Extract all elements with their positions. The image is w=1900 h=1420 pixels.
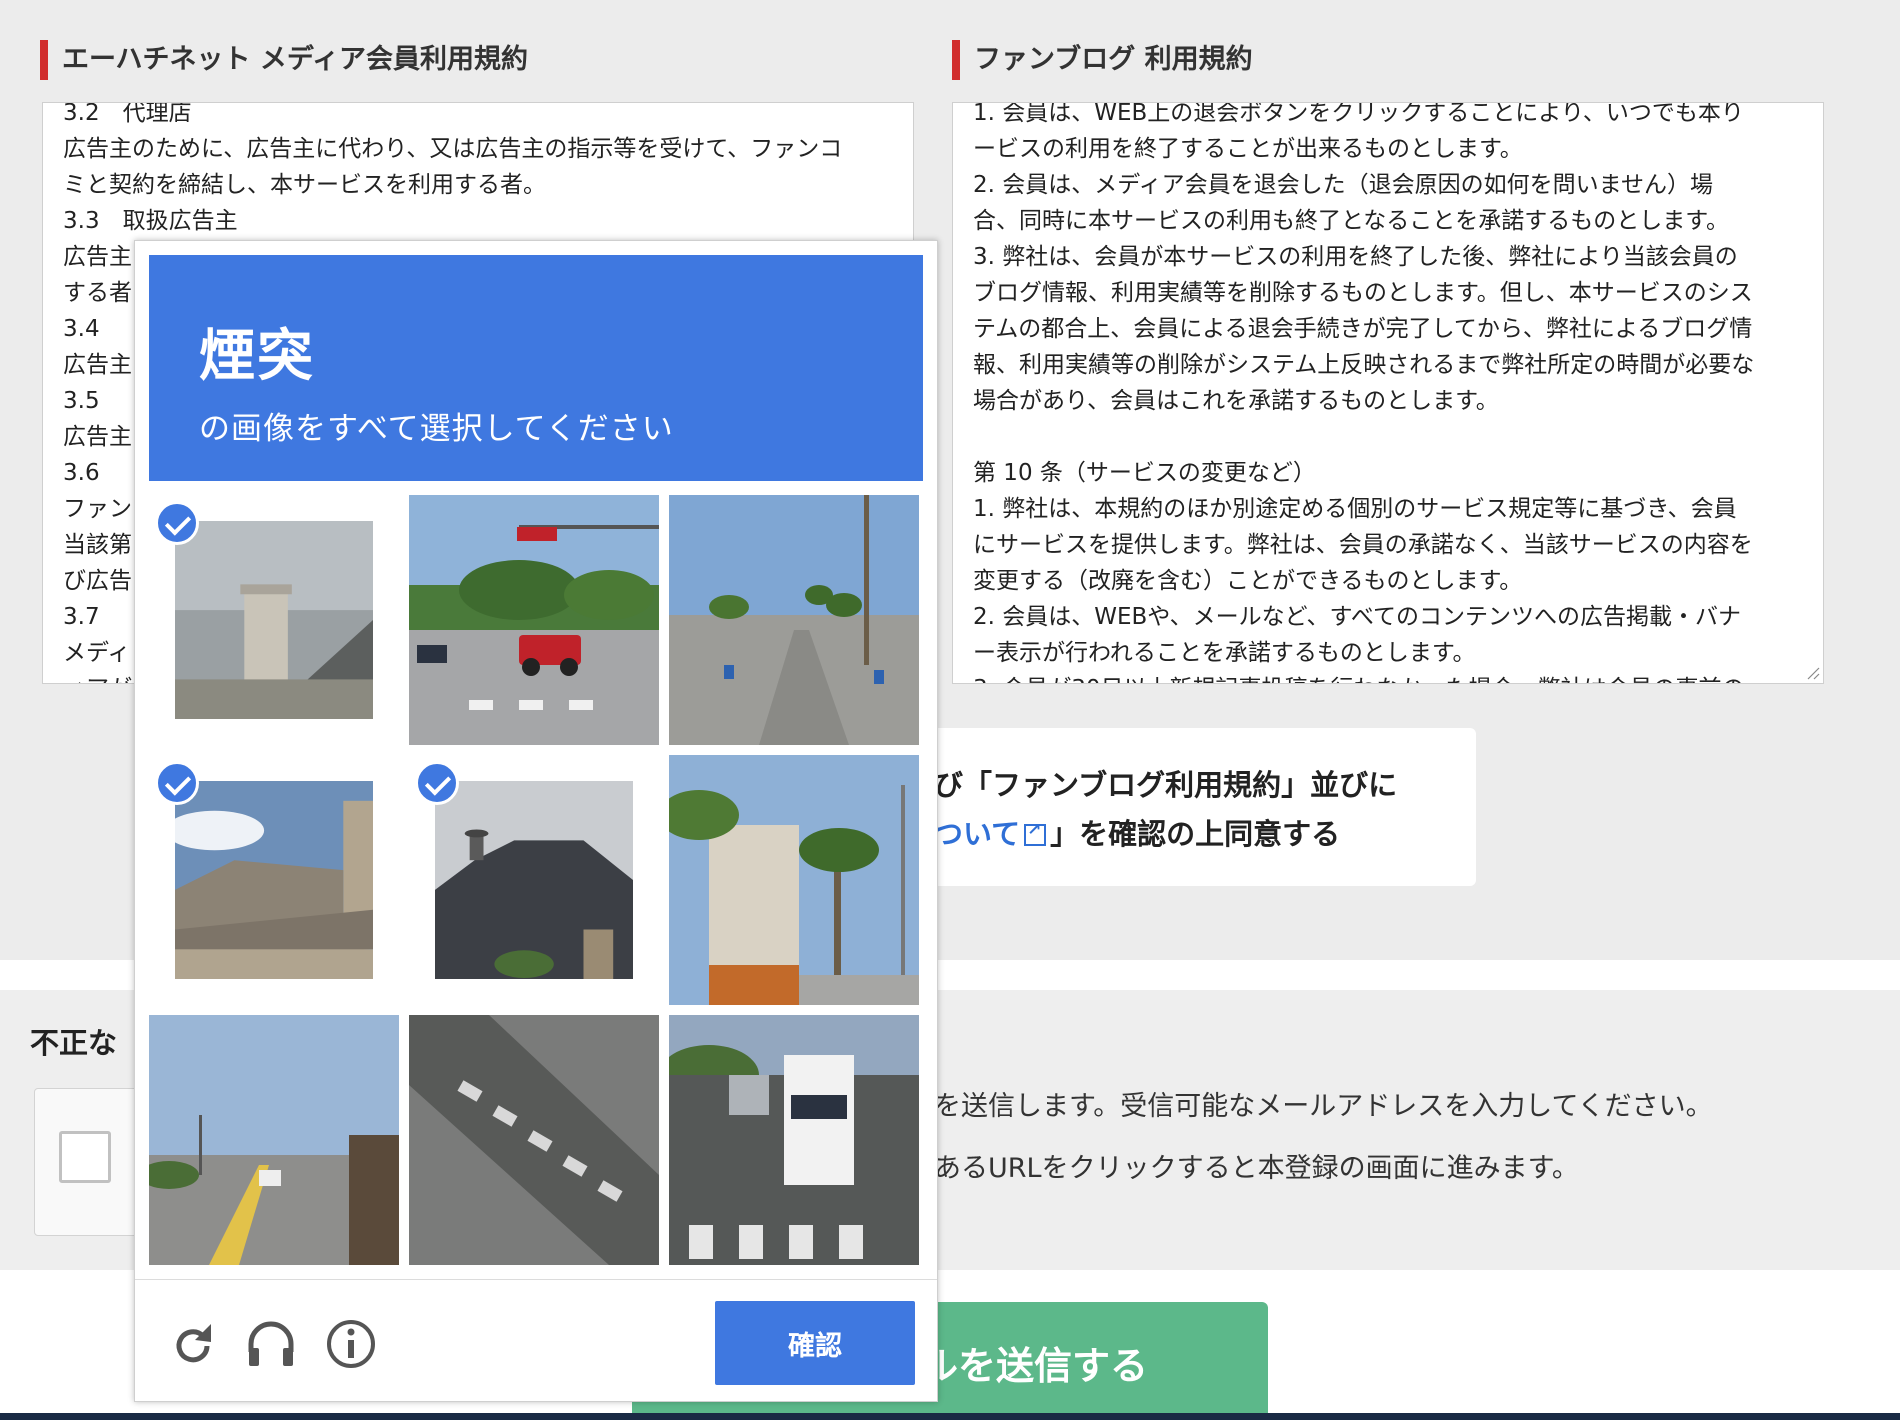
- tile-image-intersection: [409, 495, 659, 745]
- terms-line: ミと契約を締結し、本サービスを利用する者。: [63, 172, 546, 198]
- challenge-header: 煙突 の画像をすべて選択してください: [149, 255, 923, 481]
- challenge-tile-8[interactable]: [409, 1015, 659, 1265]
- fraud-prevention-label: 不正な: [30, 1026, 118, 1060]
- terms-line: 場合があり、会員はこれを承諾するものとします。: [973, 388, 1499, 414]
- terms-line: 2. 会員は、メディア会員を退会した（退会原因の如何を問いません）場: [973, 172, 1713, 198]
- challenge-tile-4[interactable]: [149, 755, 399, 1005]
- terms-line: にサービスを提供します。弊社は、会員の承諾なく、当該サービスの内容を: [973, 532, 1753, 558]
- verify-button[interactable]: 確認: [715, 1301, 915, 1385]
- external-link-icon: [1024, 820, 1047, 846]
- tile-image-white-van: [669, 1015, 919, 1265]
- terms-line: 広告主のために、広告主に代わり、又は広告主の指示等を受けて、ファンコ: [63, 136, 843, 162]
- challenge-tile-3[interactable]: [669, 495, 919, 745]
- tile-image-chimney-roof: [175, 521, 373, 719]
- email-info-line-1: を送信します。受信可能なメールアドレスを入力してください。: [934, 1091, 1713, 1122]
- challenge-target-word: 煙突: [199, 324, 315, 389]
- tile-image-palm-street: [669, 495, 919, 745]
- challenge-footer-divider: [135, 1279, 937, 1280]
- terms-line: ービスの利用を終了することが出来るものとします。: [973, 136, 1523, 162]
- challenge-instruction: の画像をすべて選択してください: [199, 411, 674, 447]
- send-email-button-label: ルを送信する: [920, 1344, 1149, 1388]
- info-icon[interactable]: [323, 1316, 379, 1372]
- terms-line: 3.3 取扱広告主: [63, 208, 238, 234]
- tile-image-crosswalk-closeup: [409, 1015, 659, 1265]
- tile-image-chimney-house: [175, 781, 373, 979]
- terms-line: 変更する（改廃を含む）ことができるものとします。: [973, 568, 1523, 594]
- image-challenge-popup: 煙突 の画像をすべて選択してください 確認: [134, 240, 938, 1402]
- selected-check-icon: [415, 761, 459, 805]
- tile-image-road-poles: [149, 1015, 399, 1265]
- terms-line: 第 10 条（サービスの変更など）: [973, 460, 1316, 486]
- terms-line: ブログ情報、利用実績等を削除するものとします。但し、本サービスのシス: [973, 280, 1753, 306]
- agreement-line-2-text: 」を確認の上同意する: [1050, 817, 1341, 851]
- right-terms-title: ファンブログ 利用規約: [952, 40, 1253, 80]
- selected-check-icon: [155, 501, 199, 545]
- challenge-tile-2[interactable]: [409, 495, 659, 745]
- bottom-edge-strip: [0, 1413, 1900, 1420]
- challenge-tile-1[interactable]: [149, 495, 399, 745]
- email-info-line-2: あるURLをクリックすると本登録の画面に進みます。: [934, 1153, 1579, 1184]
- tile-image-palm-building: [669, 755, 919, 1005]
- terms-line: 3.2 代理店: [63, 102, 192, 126]
- right-terms-content: 1. 会員は、WEB上の退会ボタンをクリックすることにより、いつでも本り ービスの…: [973, 102, 1805, 683]
- recaptcha-checkbox[interactable]: [59, 1131, 111, 1183]
- agreement-line-2: ついて」を確認の上同意する: [934, 811, 1340, 853]
- terms-line: 3. 弊社は、会員が本サービスの利用を終了した後、弊社により当該会員の: [973, 244, 1738, 270]
- terms-line: 合、同時に本サービスの利用も終了となることを承諾するものとします。: [973, 208, 1730, 234]
- terms-line: 2. 会員は、WEBや、メールなど、すべてのコンテンツへの広告掲載・バナ: [973, 604, 1741, 630]
- tile-image-roof-vent: [435, 781, 633, 979]
- audio-headphones-icon[interactable]: [243, 1316, 299, 1372]
- terms-line: ー表示が行われることを承諾するものとします。: [973, 640, 1476, 666]
- terms-line: 3. 会員が30日以上新規記事投稿を行わなかった場合、弊社は会員の事前の: [973, 671, 1805, 683]
- right-terms-textarea[interactable]: 1. 会員は、WEB上の退会ボタンをクリックすることにより、いつでも本り ービスの…: [952, 102, 1824, 684]
- resize-handle-icon[interactable]: [1804, 664, 1820, 680]
- challenge-tile-5[interactable]: [409, 755, 659, 1005]
- terms-line: 1. 弊社は、本規約のほか別途定める個別のサービス規定等に基づき、会員: [973, 496, 1737, 522]
- left-terms-title: エーハチネット メディア会員利用規約: [40, 40, 528, 80]
- privacy-link[interactable]: ついて: [934, 817, 1020, 851]
- terms-line: [973, 419, 1805, 455]
- challenge-tile-9[interactable]: [669, 1015, 919, 1265]
- terms-line: 1. 会員は、WEB上の退会ボタンをクリックすることにより、いつでも本り: [973, 102, 1744, 126]
- challenge-tile-6[interactable]: [669, 755, 919, 1005]
- challenge-tile-7[interactable]: [149, 1015, 399, 1265]
- agreement-card: [860, 728, 1476, 886]
- agreement-line-1: び「ファンブログ利用規約」並びに: [934, 768, 1398, 802]
- reload-icon[interactable]: [165, 1316, 221, 1372]
- selected-check-icon: [155, 761, 199, 805]
- terms-line: 報、利用実績等の削除がシステム上反映されるまで弊社所定の時間が必要な: [973, 352, 1755, 378]
- terms-line: テムの都合上、会員による退会手続きが完了してから、弊社によるブログ情: [973, 316, 1753, 342]
